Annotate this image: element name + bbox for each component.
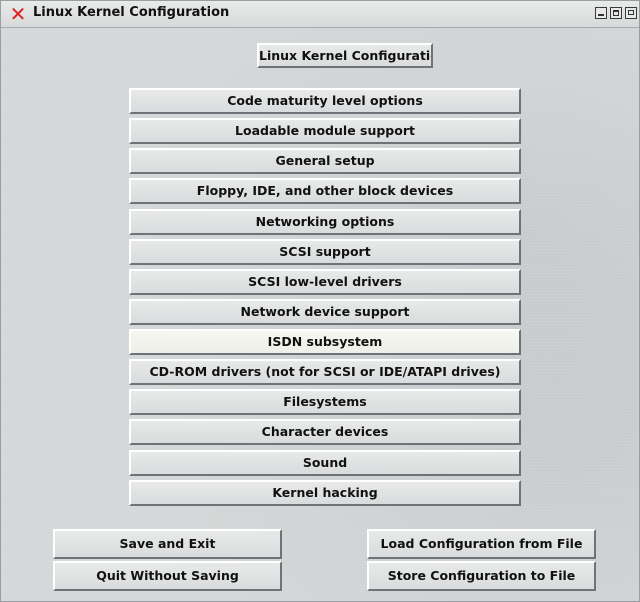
menu-item-code-maturity[interactable]: Code maturity level options [129, 88, 521, 114]
menu-item-network-devices[interactable]: Network device support [129, 298, 521, 325]
load-config-button[interactable]: Load Configuration from File [367, 529, 596, 559]
kernel-config-window: ✕ Linux Kernel Configuration Linux Kerne… [0, 0, 640, 602]
quit-without-saving-button[interactable]: Quit Without Saving [53, 561, 282, 591]
menu-item-cdrom-drivers[interactable]: CD-ROM drivers (not for SCSI or IDE/ATAP… [129, 359, 521, 386]
menu-item-loadable-modules[interactable]: Loadable module support [129, 118, 521, 145]
window-title: Linux Kernel Configuration [33, 5, 230, 20]
maximize-icon[interactable] [610, 7, 622, 19]
menu-item-isdn[interactable]: ISDN subsystem [129, 329, 521, 355]
menu-item-scsi-drivers[interactable]: SCSI low-level drivers [129, 268, 521, 295]
menu-item-sound[interactable]: Sound [129, 449, 521, 476]
store-config-button[interactable]: Store Configuration to File [367, 561, 596, 591]
save-and-exit-button[interactable]: Save and Exit [53, 529, 282, 559]
config-menu: Code maturity level options Loadable mod… [129, 88, 521, 510]
menu-item-block-devices[interactable]: Floppy, IDE, and other block devices [129, 178, 521, 205]
header-button[interactable]: Linux Kernel Configuration [257, 43, 433, 68]
shade-icon[interactable] [625, 7, 637, 19]
menu-item-scsi-support[interactable]: SCSI support [129, 238, 521, 265]
menu-item-filesystems[interactable]: Filesystems [129, 389, 521, 416]
minimize-icon[interactable] [595, 7, 607, 19]
menu-item-character-devices[interactable]: Character devices [129, 419, 521, 446]
menu-item-general-setup[interactable]: General setup [129, 148, 521, 175]
close-icon[interactable]: ✕ [9, 4, 27, 24]
menu-item-kernel-hacking[interactable]: Kernel hacking [129, 479, 521, 506]
title-bar[interactable]: ✕ Linux Kernel Configuration [1, 1, 639, 28]
menu-item-networking-options[interactable]: Networking options [129, 208, 521, 235]
